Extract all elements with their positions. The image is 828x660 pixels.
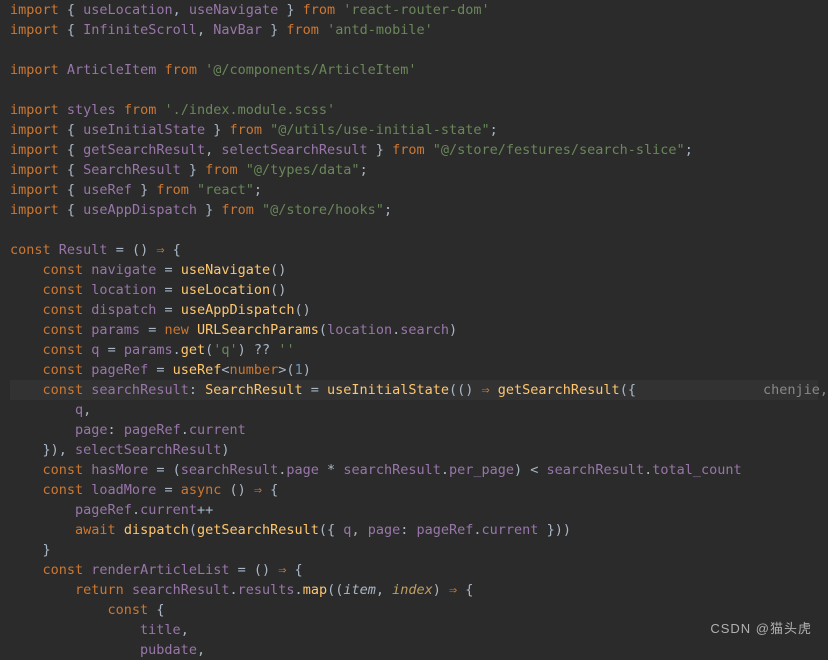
code-line: import { useAppDispatch } from "@/store/…: [10, 200, 818, 220]
watermark: CSDN @猫头虎: [710, 619, 812, 639]
code-line: const params = new URLSearchParams(locat…: [10, 320, 818, 340]
code-line: }), selectSearchResult): [10, 440, 818, 460]
code-line: import { getSearchResult, selectSearchRe…: [10, 140, 818, 160]
code-line: const renderArticleList = () ⇒ {: [10, 560, 818, 580]
code-line: const searchResult: SearchResult = useIn…: [10, 380, 818, 400]
code-line: q,: [10, 400, 818, 420]
code-line: pageRef.current++: [10, 500, 818, 520]
code-line: title,: [10, 620, 818, 640]
code-line: }: [10, 540, 818, 560]
code-line: const loadMore = async () ⇒ {: [10, 480, 818, 500]
code-line: [10, 220, 818, 240]
code-line: await dispatch(getSearchResult({ q, page…: [10, 520, 818, 540]
code-line: import { useRef } from "react";: [10, 180, 818, 200]
code-line: page: pageRef.current: [10, 420, 818, 440]
code-line: const location = useLocation(): [10, 280, 818, 300]
code-line: const q = params.get('q') ?? '': [10, 340, 818, 360]
code-line: const dispatch = useAppDispatch(): [10, 300, 818, 320]
code-line: import { useInitialState } from "@/utils…: [10, 120, 818, 140]
code-line: const navigate = useNavigate(): [10, 260, 818, 280]
code-line: pubdate,: [10, 640, 818, 660]
code-line: [10, 40, 818, 60]
code-line: const {: [10, 600, 818, 620]
code-line: const Result = () ⇒ {: [10, 240, 818, 260]
code-line: return searchResult.results.map((item, i…: [10, 580, 818, 600]
code-editor: import { useLocation, useNavigate } from…: [0, 0, 828, 660]
code-line: import styles from './index.module.scss': [10, 100, 818, 120]
code-line: [10, 80, 818, 100]
code-line: import { InfiniteScroll, NavBar } from '…: [10, 20, 818, 40]
code-line: import { SearchResult } from "@/types/da…: [10, 160, 818, 180]
code-line: import ArticleItem from '@/components/Ar…: [10, 60, 818, 80]
code-line: import { useLocation, useNavigate } from…: [10, 0, 818, 20]
code-line: const hasMore = (searchResult.page * sea…: [10, 460, 818, 480]
code-line: const pageRef = useRef<number>(1): [10, 360, 818, 380]
